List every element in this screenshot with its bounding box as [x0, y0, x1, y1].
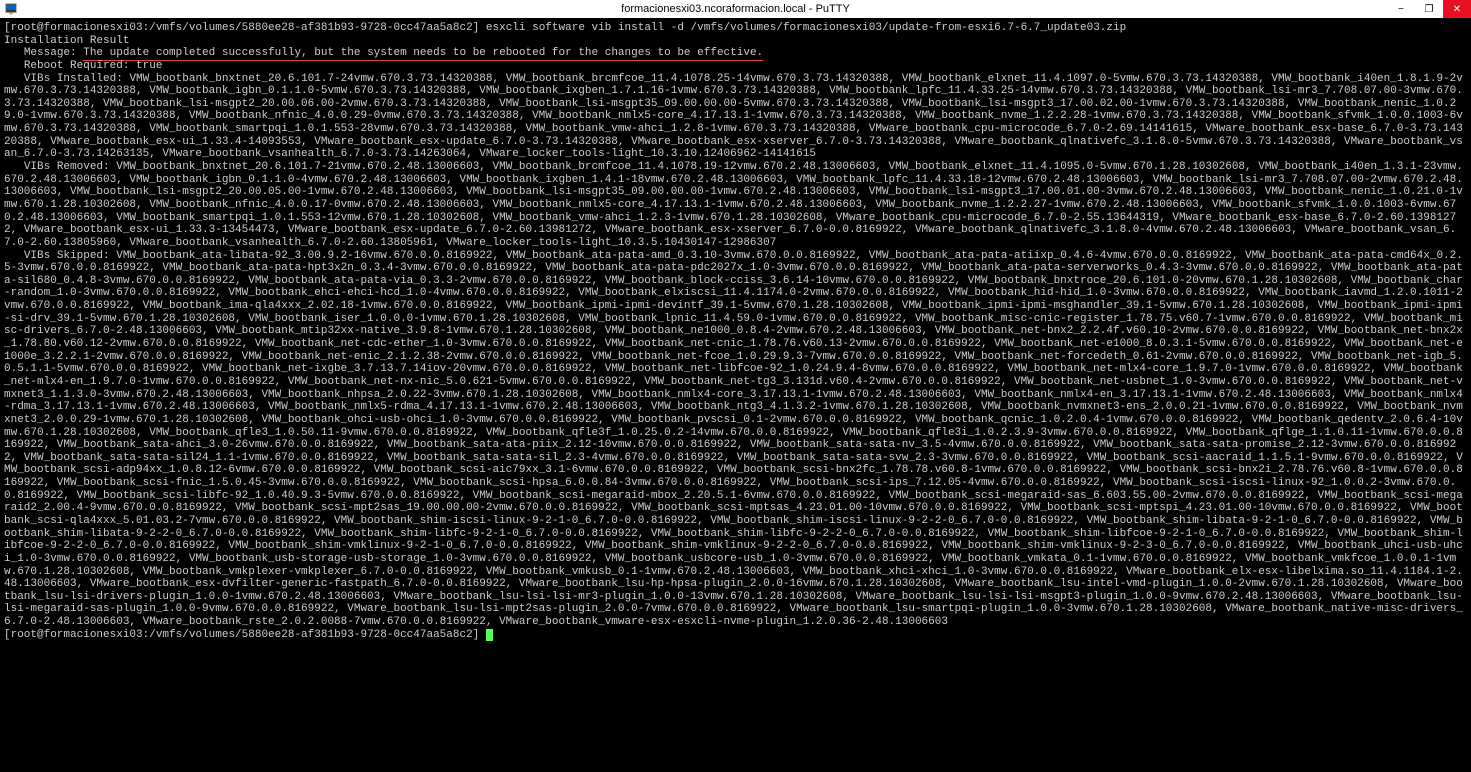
vibs-skipped-label: VIBs Skipped:	[4, 250, 116, 262]
result-header: Installation Result	[4, 35, 129, 47]
putty-icon	[4, 2, 18, 16]
close-button[interactable]: ✕	[1443, 0, 1471, 18]
terminal-output[interactable]: [root@formacionesxi03:/vmfs/volumes/5880…	[0, 18, 1471, 772]
prompt2-user: [root@formacionesxi03:	[4, 629, 149, 641]
terminal-cursor	[486, 629, 493, 641]
message-label: Message:	[4, 47, 83, 59]
vibs-installed-label: VIBs Installed:	[4, 73, 129, 85]
window-title: formacionesxi03.ncoraformacion.local - P…	[621, 3, 850, 15]
reboot-required: Reboot Required: true	[4, 60, 162, 72]
message-text: The update completed successfully, but t…	[83, 47, 763, 61]
vibs-installed-list: VMW_bootbank_bnxtnet_20.6.101.7-24vmw.67…	[4, 73, 1463, 161]
prompt-user: [root@formacionesxi03:	[4, 22, 149, 34]
window-titlebar: formacionesxi03.ncoraformacion.local - P…	[0, 0, 1471, 18]
vibs-removed-list: VMW_bootbank_bnxtnet_20.6.101.7-21vmw.67…	[4, 161, 1463, 249]
prompt-path: /vmfs/volumes/5880ee28-af381b93-9728-0cc…	[149, 22, 479, 34]
window-controls: − ❐ ✕	[1387, 0, 1471, 18]
vibs-skipped-list: VMW_bootbank_ata-libata-92_3.00.9.2-16vm…	[4, 250, 1463, 629]
minimize-button[interactable]: −	[1387, 0, 1415, 18]
command-input: esxcli software vib install -d /vmfs/vol…	[479, 22, 1126, 34]
maximize-button[interactable]: ❐	[1415, 0, 1443, 18]
vibs-removed-label: VIBs Removed:	[4, 161, 116, 173]
prompt2-path: /vmfs/volumes/5880ee28-af381b93-9728-0cc…	[149, 629, 479, 641]
